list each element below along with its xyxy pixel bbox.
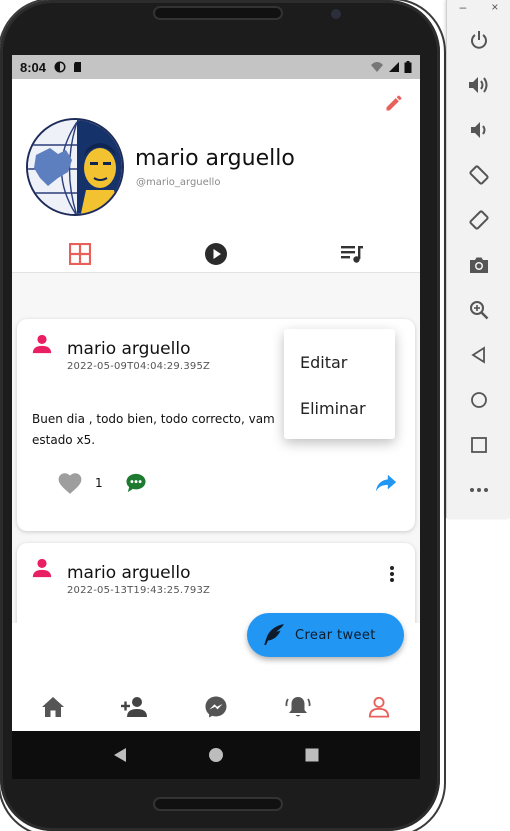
person-icon xyxy=(32,334,52,354)
profile-avatar[interactable] xyxy=(26,118,124,216)
create-tweet-button[interactable]: Crear tweet xyxy=(247,613,404,657)
volume-up-icon xyxy=(469,77,488,93)
profile-tabs xyxy=(12,235,420,273)
more-icon xyxy=(470,488,488,492)
bottom-speaker xyxy=(153,797,283,811)
system-home-icon[interactable] xyxy=(208,747,224,763)
profile-handle: @mario_arguello xyxy=(136,177,221,188)
power-icon xyxy=(471,31,487,49)
window-controls: – × xyxy=(447,0,510,14)
tweet-author: mario arguello xyxy=(67,563,191,583)
power-button[interactable] xyxy=(467,28,491,52)
app-screen: 8:04 mario arguello @mario_arguello mari… xyxy=(12,55,420,731)
tab-videos[interactable] xyxy=(148,235,284,272)
edit-profile-button[interactable] xyxy=(380,89,408,117)
messenger-icon xyxy=(205,696,227,718)
tweet-date: 2022-05-09T04:04:29.395Z xyxy=(67,361,211,372)
tweet-options-menu: Editar Eliminar xyxy=(284,329,395,439)
tweet-author: mario arguello xyxy=(67,339,191,359)
avatar-image xyxy=(28,120,122,214)
pencil-icon xyxy=(386,95,402,111)
battery-icon xyxy=(404,61,412,73)
nav-profile[interactable] xyxy=(338,683,420,731)
create-tweet-label: Crear tweet xyxy=(295,627,376,643)
volume-down-icon xyxy=(471,122,486,138)
comment-icon[interactable] xyxy=(125,473,147,493)
tweets-feed[interactable]: mario arguello 2022-05-09T04:04:29.395Z … xyxy=(12,273,420,623)
rotate-left-icon xyxy=(469,165,489,185)
rotate-right-button[interactable] xyxy=(467,208,491,232)
menu-item-edit[interactable]: Editar xyxy=(284,339,395,385)
playlist-icon xyxy=(341,245,363,263)
grid-icon xyxy=(69,242,91,265)
more-vert-icon[interactable] xyxy=(389,565,395,583)
status-time: 8:04 xyxy=(20,59,47,75)
tweet-card: mario arguello 2022-05-13T19:43:25.793Z xyxy=(17,543,415,623)
back-button[interactable] xyxy=(467,343,491,367)
nav-add-friend[interactable] xyxy=(94,683,176,731)
tweet-date: 2022-05-13T19:43:25.793Z xyxy=(67,585,211,596)
heart-icon[interactable] xyxy=(57,471,83,495)
tab-grid[interactable] xyxy=(12,235,148,272)
sync-icon xyxy=(54,61,66,73)
tweet-actions: 1 xyxy=(57,471,397,495)
wifi-icon xyxy=(371,62,383,72)
overview-icon xyxy=(471,437,487,453)
feather-icon xyxy=(264,624,284,646)
rotate-right-icon xyxy=(469,210,489,230)
close-button[interactable]: × xyxy=(491,0,498,14)
screenshot-button[interactable] xyxy=(467,253,491,277)
sd-card-icon xyxy=(74,62,82,72)
like-count: 1 xyxy=(95,476,103,490)
nav-notifications[interactable] xyxy=(257,683,339,731)
minimize-button[interactable]: – xyxy=(460,0,467,14)
nav-messages[interactable] xyxy=(175,683,257,731)
tab-playlist[interactable] xyxy=(284,235,420,272)
profile-name: mario arguello xyxy=(135,146,295,171)
back-icon xyxy=(471,346,485,364)
zoom-icon xyxy=(470,301,489,320)
top-speaker xyxy=(153,6,283,20)
emulator-side-panel: – × xyxy=(446,0,510,518)
home-icon xyxy=(41,697,64,717)
zoom-button[interactable] xyxy=(467,298,491,322)
bottom-navigation xyxy=(12,683,420,731)
person-icon xyxy=(32,558,52,578)
system-overview-icon[interactable] xyxy=(304,747,320,763)
volume-down-button[interactable] xyxy=(467,118,491,142)
volume-up-button[interactable] xyxy=(467,73,491,97)
signal-icon xyxy=(389,62,399,72)
more-options-button[interactable] xyxy=(467,478,491,502)
nav-home[interactable] xyxy=(12,683,94,731)
front-camera xyxy=(331,9,341,19)
play-circle-icon xyxy=(205,242,227,265)
overview-button[interactable] xyxy=(467,433,491,457)
system-back-icon[interactable] xyxy=(112,747,128,763)
share-icon[interactable] xyxy=(375,473,397,493)
home-button[interactable] xyxy=(467,388,491,412)
system-nav-bar xyxy=(12,731,420,779)
add-person-icon xyxy=(121,697,148,717)
status-bar: 8:04 xyxy=(12,55,420,79)
menu-item-delete[interactable]: Eliminar xyxy=(284,385,395,431)
notifications-icon xyxy=(285,697,311,717)
rotate-left-button[interactable] xyxy=(467,163,491,187)
home-circle-icon xyxy=(471,392,487,408)
camera-icon xyxy=(470,257,488,273)
profile-icon xyxy=(369,696,390,718)
